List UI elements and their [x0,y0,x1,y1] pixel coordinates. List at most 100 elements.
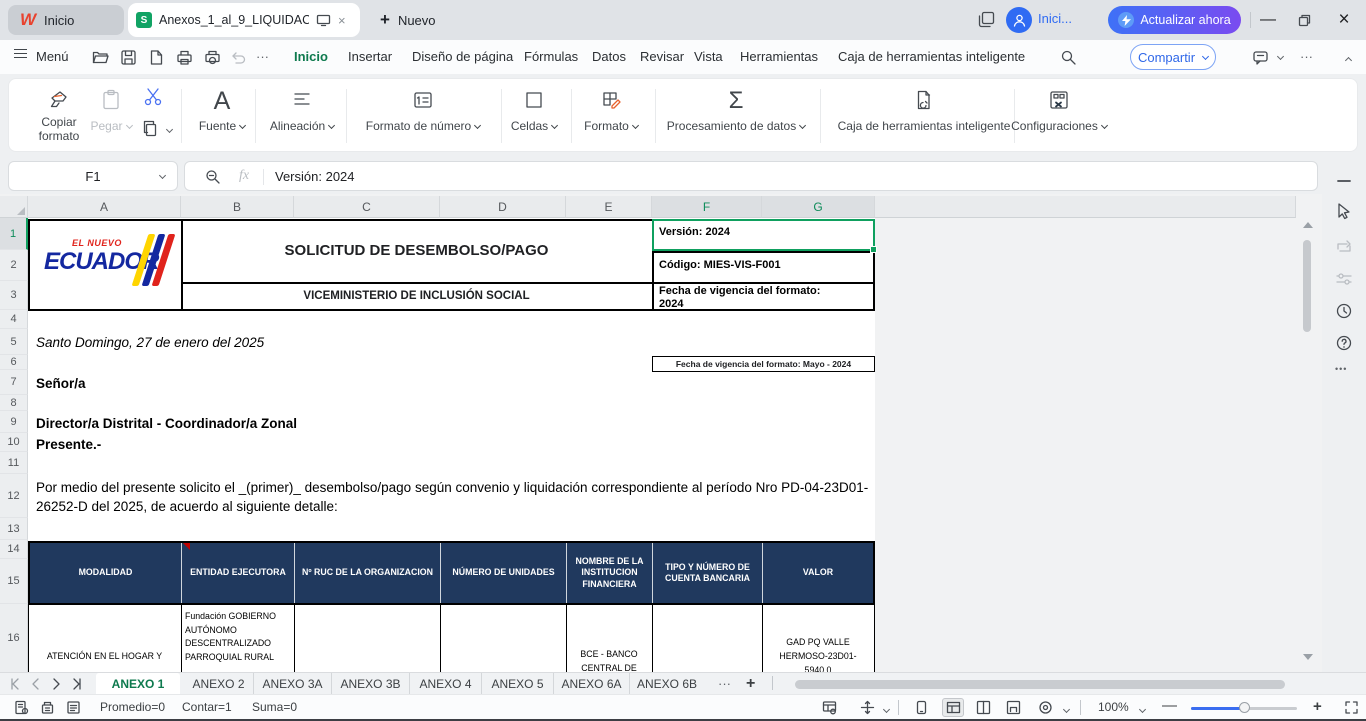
help-icon[interactable] [1335,334,1353,352]
cell-b16-entidad[interactable]: Fundación GOBIERNO AUTÓNOMO DESCENTRALIZ… [185,610,290,664]
row-header-5[interactable]: 5 [0,329,28,355]
paste-button[interactable]: Pegar [85,79,137,153]
zoom-out-icon[interactable] [205,169,221,185]
table-header-unidades[interactable]: NÚMERO DE UNIDADES [440,543,566,603]
undo-icon[interactable] [230,49,247,66]
zoom-level[interactable]: 100% [1098,700,1129,714]
zoom-out-button[interactable]: — [1162,697,1177,714]
menu-item-caja-herramientas[interactable]: Caja de herramientas inteligente [838,40,1025,74]
chevron-down-icon[interactable] [166,126,173,133]
add-sheet-icon[interactable]: + [746,673,755,695]
collapse-panel-icon[interactable] [1335,172,1353,190]
table-header-valor[interactable]: VALOR [762,543,873,603]
formula-field[interactable]: fx Versión: 2024 [184,161,1318,191]
format-dropdown[interactable]: Formato [575,79,647,153]
chevron-down-icon[interactable] [883,706,890,713]
zoom-slider-thumb[interactable] [1239,702,1250,713]
share-button[interactable]: Compartir [1130,44,1216,70]
window-manager-icon[interactable] [978,11,995,28]
cell-a16-modalidad[interactable]: ATENCIÓN EN EL HOGAR Y [30,650,179,664]
cursor-select-icon[interactable] [1335,202,1353,220]
close-document-icon[interactable]: × [338,13,346,28]
cells-dropdown[interactable]: Celdas [505,79,563,153]
column-header-a[interactable]: A [28,196,181,218]
move-selection-icon[interactable] [860,700,875,715]
table-header-cuenta[interactable]: TIPO Y NÚMERO DE CUENTA BANCARIA [652,543,762,603]
row-header-11[interactable]: 11 [0,452,28,474]
chevron-down-icon[interactable] [1139,706,1146,713]
zoom-in-button[interactable]: + [1313,698,1322,715]
table-tools-icon[interactable] [822,700,837,715]
row-header-8[interactable]: 8 [0,395,28,411]
cell-f6-vigencia2[interactable]: Fecha de vigencia del formato: Mayo - 20… [652,356,875,372]
collapse-ribbon-icon[interactable] [1342,40,1351,74]
more-sheets-icon[interactable]: ··· [718,673,731,695]
menu-item-formulas[interactable]: Fórmulas [524,40,578,74]
copy-icon[interactable] [141,119,159,137]
row-header-12[interactable]: 12 [0,474,28,518]
cell-f2-codigo[interactable]: Código: MIES-VIS-F001 [659,259,781,271]
horizontal-scroll-thumb[interactable] [795,680,1285,689]
row-header-13[interactable]: 13 [0,518,28,540]
number-format-dropdown[interactable]: Formato de número [351,79,495,153]
cell-f16-cuenta[interactable]: GAD PQ VALLE HERMOSO-23D01- [766,636,870,663]
menu-item-vista[interactable]: Vista [694,40,723,74]
vertical-scrollbar[interactable] [1300,218,1314,668]
table-header-entidad[interactable]: ENTIDAD EJECUTORA [181,543,294,603]
table-header-ruc[interactable]: Nº RUC DE LA ORGANIZACION [294,543,440,603]
account-name[interactable]: Inici... [1038,11,1072,26]
menu-item-inicio[interactable]: Inicio [294,40,328,74]
font-dropdown[interactable]: A Fuente [187,79,257,153]
column-header-e[interactable]: E [566,196,652,218]
cell-a12-body[interactable]: Por medio del presente solicito el _(pri… [36,478,876,516]
cell-b1-title[interactable]: SOLICITUD DE DESEMBOLSO/PAGO [183,219,650,281]
sheet-tab-anexo6b[interactable]: ANEXO 6B [630,673,704,695]
reading-mode-icon[interactable] [1038,700,1053,715]
cell-a9-addressee[interactable]: Director/a Distrital - Coordinador/a Zon… [36,416,297,431]
home-tab[interactable]: W Inicio [8,5,124,35]
column-header-c[interactable]: C [294,196,440,218]
page-info-icon[interactable] [14,700,29,715]
row-header-9[interactable]: 9 [0,411,28,433]
cell-g16-valor[interactable]: 5940.0 [764,664,872,672]
sheet-tab-anexo1[interactable]: ANEXO 1 [96,673,180,695]
alignment-dropdown[interactable]: Alineación [259,79,345,153]
document-tab[interactable]: S Anexos_1_al_9_LIQUIDACIONE × [128,3,360,37]
scroll-down-icon[interactable] [1303,654,1313,660]
cell-a7-salutation[interactable]: Señor/a [36,376,86,391]
open-file-icon[interactable] [92,49,109,66]
print-icon[interactable] [176,49,193,66]
adjust-settings-icon[interactable] [1335,270,1353,288]
scroll-up-icon[interactable] [1303,222,1313,228]
fx-icon[interactable]: fx [239,168,249,184]
cell-b3-subtitle[interactable]: VICEMINISTERIO DE INCLUSIÓN SOCIAL [183,282,650,310]
avatar[interactable] [1006,7,1032,33]
row-header-14[interactable]: 14 [0,540,28,559]
cell-a10-present[interactable]: Presente.- [36,437,101,452]
macro-status-icon[interactable] [40,700,55,715]
more-tools-icon[interactable]: ••• [1335,364,1353,382]
chevron-down-icon[interactable] [1063,706,1070,713]
mobile-view-icon[interactable] [914,700,929,715]
normal-view-button-active[interactable] [942,698,964,717]
menu-item-diseno[interactable]: Diseño de página [412,40,513,74]
select-all-corner[interactable] [0,196,28,218]
sheet-tab-anexo6a[interactable]: ANEXO 6A [554,673,630,695]
first-sheet-icon[interactable] [8,676,24,692]
fill-handle[interactable] [870,246,877,253]
page-break-view-icon[interactable] [1006,700,1021,715]
cell-a5-city-date[interactable]: Santo Domingo, 27 de enero del 2025 [36,335,264,350]
row-header-3[interactable]: 3 [0,281,28,310]
main-menu-button[interactable] [14,40,27,74]
outline-icon[interactable] [66,700,81,715]
sheet-tab-anexo5[interactable]: ANEXO 5 [482,673,554,695]
row-header-15[interactable]: 15 [0,559,28,604]
minimize-button[interactable]: — [1258,10,1278,30]
export-icon[interactable] [148,49,165,66]
repeat-export-icon[interactable] [1335,238,1353,256]
settings-dropdown[interactable]: Configuraciones [994,79,1124,153]
column-header-b[interactable]: B [181,196,294,218]
save-icon[interactable] [120,49,137,66]
column-header-g[interactable]: G [762,196,875,218]
sheet-tab-anexo2[interactable]: ANEXO 2 [184,673,254,695]
